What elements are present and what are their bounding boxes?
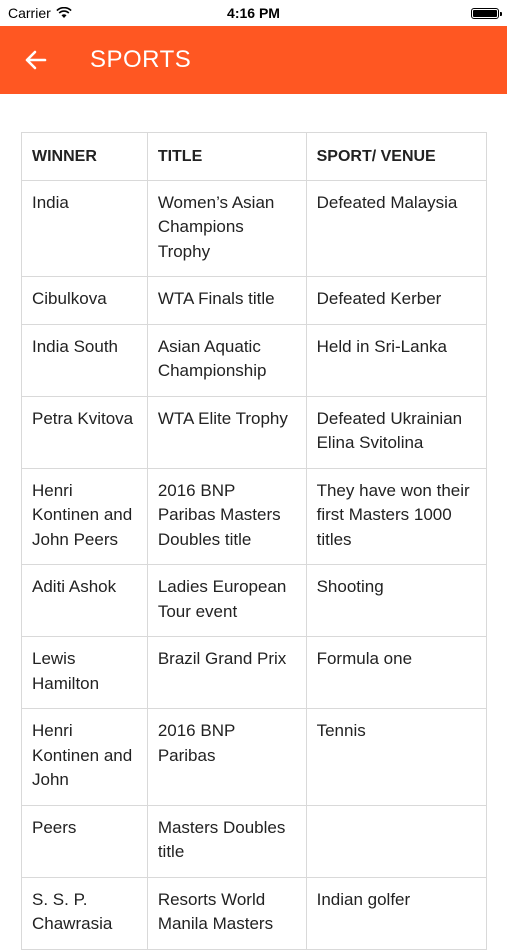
cell-winner: S. S. P. Chawrasia (21, 876, 148, 950)
cell-sport-venue (305, 804, 488, 878)
cell-title: WTA Finals title (146, 276, 307, 325)
header-title: TITLE (146, 132, 307, 181)
table-header-row: WINNER TITLE SPORT/ VENUE (21, 132, 488, 181)
cell-sport-venue: Indian golfer (305, 876, 488, 950)
cell-title: 2016 BNP Paribas (146, 708, 307, 806)
cell-title: Ladies European Tour event (146, 564, 307, 637)
cell-title: WTA Elite Trophy (146, 395, 307, 469)
cell-title: Women’s Asian Champions Trophy (146, 179, 307, 277)
table-row: Petra Kvitova WTA Elite Trophy Defeated … (21, 395, 488, 469)
cell-sport-venue: Defeated Ukrainian Elina Svitolina (305, 395, 488, 469)
cell-title: Brazil Grand Prix (146, 636, 307, 709)
table-row: Aditi Ashok Ladies European Tour event S… (21, 564, 488, 637)
cell-winner: Henri Kontinen and John Peers (21, 467, 148, 565)
cell-sport-venue: Tennis (305, 708, 488, 806)
cell-winner: Lewis Hamilton (21, 636, 148, 709)
cell-winner: Aditi Ashok (21, 564, 148, 637)
cell-winner: Petra Kvitova (21, 395, 148, 469)
cell-sport-venue: Held in Sri-Lanka (305, 323, 488, 397)
table-row: Lewis Hamilton Brazil Grand Prix Formula… (21, 636, 488, 709)
cell-title: 2016 BNP Paribas Masters Doubles title (146, 467, 307, 565)
cell-sport-venue: Formula one (305, 636, 488, 709)
status-bar: Carrier 4:16 PM (0, 0, 507, 26)
app-bar: SPORTS (0, 26, 507, 94)
table-row: Henri Kontinen and John Peers 2016 BNP P… (21, 467, 488, 565)
table-row: Peers Masters Doubles title (21, 804, 488, 878)
table-row: Cibulkova WTA Finals title Defeated Kerb… (21, 276, 488, 325)
arrow-left-icon (25, 50, 47, 70)
cell-winner: India (21, 179, 148, 277)
cell-winner: Henri Kontinen and John (21, 708, 148, 806)
cell-sport-venue: Shooting (305, 564, 488, 637)
cell-winner: Cibulkova (21, 276, 148, 325)
header-winner: WINNER (21, 132, 148, 181)
cell-title: Masters Doubles title (146, 804, 307, 878)
table-row: S. S. P. Chawrasia Resorts World Manila … (21, 876, 488, 950)
battery-icon (471, 8, 502, 19)
back-button[interactable] (18, 42, 54, 78)
sports-table: WINNER TITLE SPORT/ VENUE India Women’s … (21, 132, 488, 950)
cell-sport-venue: Defeated Malaysia (305, 179, 488, 277)
table-row: India Women’s Asian Champions Trophy Def… (21, 179, 488, 277)
status-time: 4:16 PM (227, 5, 280, 21)
cell-sport-venue: Defeated Kerber (305, 276, 488, 325)
sports-table-container: WINNER TITLE SPORT/ VENUE India Women’s … (21, 132, 488, 950)
cell-title: Resorts World Manila Masters (146, 876, 307, 950)
page-title: SPORTS (90, 46, 192, 73)
cell-winner: India South (21, 323, 148, 397)
table-row: Henri Kontinen and John 2016 BNP Paribas… (21, 708, 488, 806)
header-sport-venue: SPORT/ VENUE (305, 132, 488, 181)
cell-title: Asian Aquatic Championship (146, 323, 307, 397)
table-row: India South Asian Aquatic Championship H… (21, 323, 488, 397)
cell-sport-venue: They have won their first Masters 1000 t… (305, 467, 488, 565)
cell-winner: Peers (21, 804, 148, 878)
